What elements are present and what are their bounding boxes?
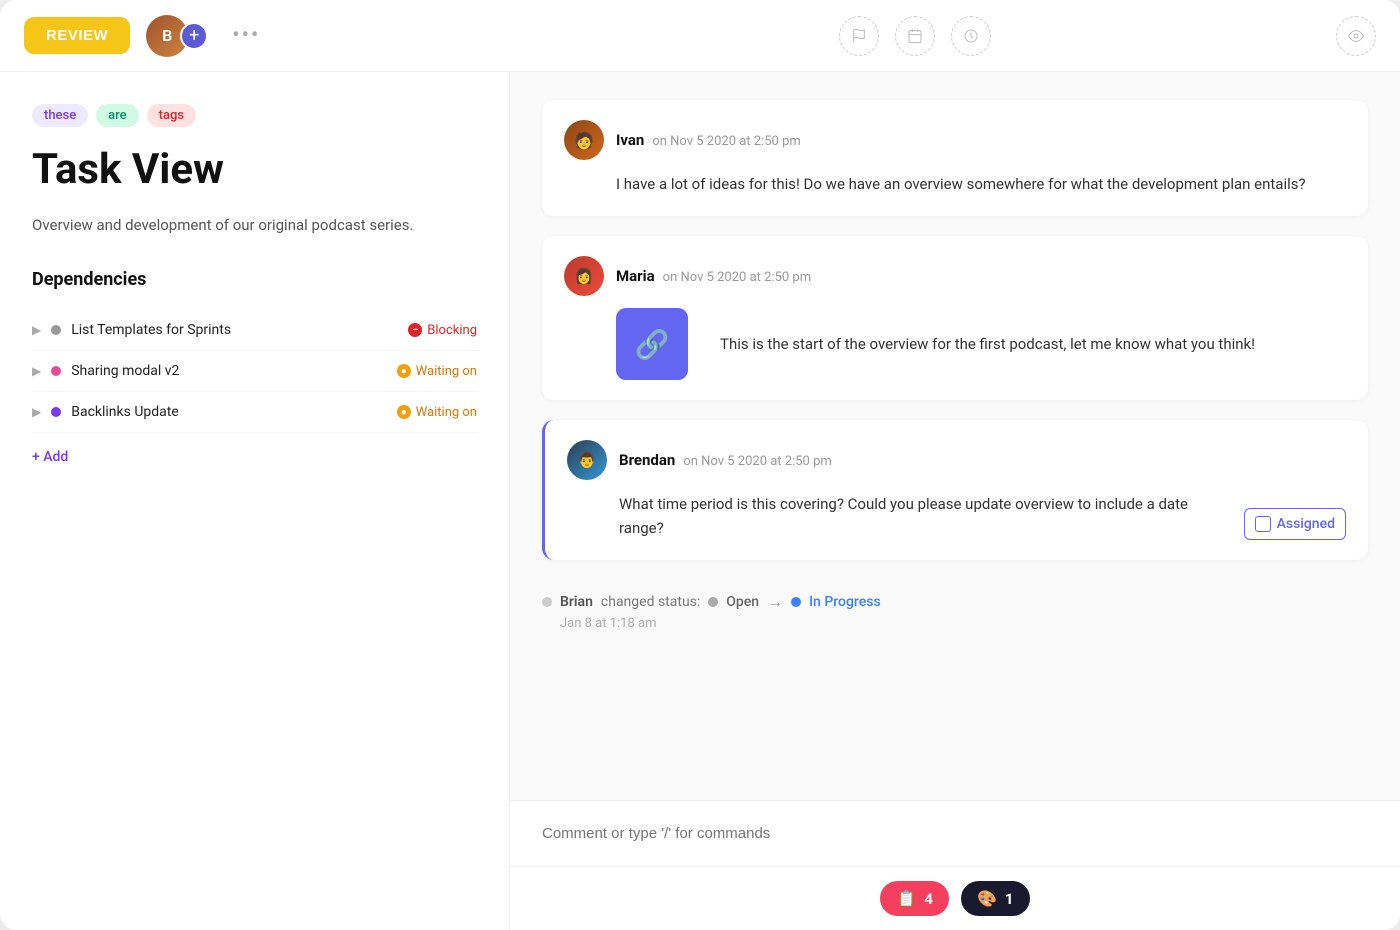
brendan-comment-body: What time period is this covering? Could… xyxy=(619,492,1346,540)
add-dependency-button[interactable]: + Add xyxy=(32,449,477,465)
waiting-icon: ● xyxy=(397,364,411,378)
calendar-button[interactable] xyxy=(895,16,935,56)
comment-time: on Nov 5 2020 at 2:50 pm xyxy=(683,454,831,469)
assigned-checkbox[interactable] xyxy=(1255,516,1271,532)
comment-ivan: 🧑 Ivan on Nov 5 2020 at 2:50 pm I have a… xyxy=(542,100,1368,216)
app-badge-pink[interactable]: 📋 4 xyxy=(880,881,949,916)
tag-these[interactable]: these xyxy=(32,104,88,127)
status-from: Open xyxy=(726,594,759,610)
waiting-icon2: ● xyxy=(397,405,411,419)
arrow-icon: → xyxy=(767,592,783,612)
task-title: Task View xyxy=(32,147,477,193)
comment-header: 👩 Maria on Nov 5 2020 at 2:50 pm xyxy=(564,256,1346,296)
flag-button[interactable] xyxy=(839,16,879,56)
assigned-badge[interactable]: Assigned xyxy=(1244,508,1346,540)
main-content: these are tags Task View Overview and de… xyxy=(0,72,1400,930)
comment-time: on Nov 5 2020 at 2:50 pm xyxy=(663,270,811,285)
dep-name: Sharing modal v2 xyxy=(71,363,386,379)
header-right xyxy=(1296,16,1376,56)
status-change-row: Brian changed status: Open → In Progress xyxy=(542,592,1368,612)
dep-name: Backlinks Update xyxy=(71,404,386,420)
comment-body: This is the start of the overview for th… xyxy=(720,332,1255,356)
dependency-list-templates: ▶ List Templates for Sprints – Blocking xyxy=(32,310,477,351)
waiting-label2: Waiting on xyxy=(416,405,477,420)
dependency-backlinks-update: ▶ Backlinks Update ● Waiting on xyxy=(32,392,477,433)
maria-avatar: 👩 xyxy=(564,256,604,296)
badge-icon-pink: 📋 xyxy=(896,889,916,908)
status-change-text: changed status: xyxy=(601,594,700,610)
status-change: Brian changed status: Open → In Progress… xyxy=(542,580,1368,643)
more-options-button[interactable]: ••• xyxy=(232,23,260,48)
dep-expand-icon[interactable]: ▶ xyxy=(32,323,41,337)
comment-header: 👨 Brendan on Nov 5 2020 at 2:50 pm xyxy=(567,440,1346,480)
status-date: Jan 8 at 1:18 am xyxy=(560,616,1368,631)
brian-name: Brian xyxy=(560,594,593,610)
badge-count-pink: 4 xyxy=(924,890,933,908)
dep-expand-icon[interactable]: ▶ xyxy=(32,364,41,378)
status-to: In Progress xyxy=(809,594,881,610)
comment-input-area xyxy=(510,800,1400,866)
brendan-avatar: 👨 xyxy=(567,440,607,480)
dep-dot-gray xyxy=(51,325,61,335)
comment-maria: 👩 Maria on Nov 5 2020 at 2:50 pm 🔗 This … xyxy=(542,236,1368,400)
dependencies-title: Dependencies xyxy=(32,269,477,290)
brian-dot xyxy=(542,597,552,607)
comment-author: Maria xyxy=(616,267,655,285)
attachment-thumbnail[interactable]: 🔗 xyxy=(616,308,688,380)
open-dot xyxy=(708,597,718,607)
dep-status-blocking: – Blocking xyxy=(408,323,477,338)
dep-dot-pink xyxy=(51,366,61,376)
comment-meta: Brendan on Nov 5 2020 at 2:50 pm xyxy=(619,451,832,469)
bottom-bar: 📋 4 🎨 1 xyxy=(510,866,1400,930)
comment-attachment-area: 🔗 This is the start of the overview for … xyxy=(616,308,1346,380)
comment-brendan: 👨 Brendan on Nov 5 2020 at 2:50 pm What … xyxy=(542,420,1368,560)
comment-author: Brendan xyxy=(619,451,675,469)
header: REVIEW B + ••• xyxy=(0,0,1400,72)
add-member-button[interactable]: + xyxy=(180,22,208,50)
comment-input[interactable] xyxy=(542,817,1368,850)
header-left: REVIEW B + ••• xyxy=(24,15,534,57)
attachment-icon: 🔗 xyxy=(635,328,670,361)
assigned-label: Assigned xyxy=(1277,513,1335,535)
dep-status-waiting2: ● Waiting on xyxy=(397,405,477,420)
waiting-label: Waiting on xyxy=(416,364,477,379)
dependency-sharing-modal: ▶ Sharing modal v2 ● Waiting on xyxy=(32,351,477,392)
dep-status-waiting: ● Waiting on xyxy=(397,364,477,379)
right-panel: 🧑 Ivan on Nov 5 2020 at 2:50 pm I have a… xyxy=(510,72,1400,930)
tag-tags[interactable]: tags xyxy=(147,104,196,127)
badge-count-dark: 1 xyxy=(1005,890,1014,908)
comment-meta: Ivan on Nov 5 2020 at 2:50 pm xyxy=(616,131,801,149)
comment-text: What time period is this covering? Could… xyxy=(619,492,1228,540)
blocking-icon: – xyxy=(408,323,422,337)
comment-author: Ivan xyxy=(616,131,644,149)
task-description: Overview and development of our original… xyxy=(32,213,477,237)
blocking-label: Blocking xyxy=(427,323,477,338)
app-badge-dark[interactable]: 🎨 1 xyxy=(961,881,1030,916)
comment-header: 🧑 Ivan on Nov 5 2020 at 2:50 pm xyxy=(564,120,1346,160)
clock-button[interactable] xyxy=(951,16,991,56)
eye-button[interactable] xyxy=(1336,16,1376,56)
tag-are[interactable]: are xyxy=(96,104,138,127)
comment-meta: Maria on Nov 5 2020 at 2:50 pm xyxy=(616,267,811,285)
comment-body: I have a lot of ideas for this! Do we ha… xyxy=(616,172,1346,196)
ivan-avatar: 🧑 xyxy=(564,120,604,160)
comments-area: 🧑 Ivan on Nov 5 2020 at 2:50 pm I have a… xyxy=(510,72,1400,800)
left-panel: these are tags Task View Overview and de… xyxy=(0,72,510,930)
avatars: B + xyxy=(146,15,208,57)
header-center xyxy=(534,16,1296,56)
dep-dot-purple xyxy=(51,407,61,417)
tags-row: these are tags xyxy=(32,104,477,127)
review-button[interactable]: REVIEW xyxy=(24,17,130,54)
badge-icon-dark: 🎨 xyxy=(977,889,997,908)
comment-time: on Nov 5 2020 at 2:50 pm xyxy=(652,134,800,149)
dep-name: List Templates for Sprints xyxy=(71,322,398,338)
dep-expand-icon[interactable]: ▶ xyxy=(32,405,41,419)
in-progress-dot xyxy=(791,597,801,607)
